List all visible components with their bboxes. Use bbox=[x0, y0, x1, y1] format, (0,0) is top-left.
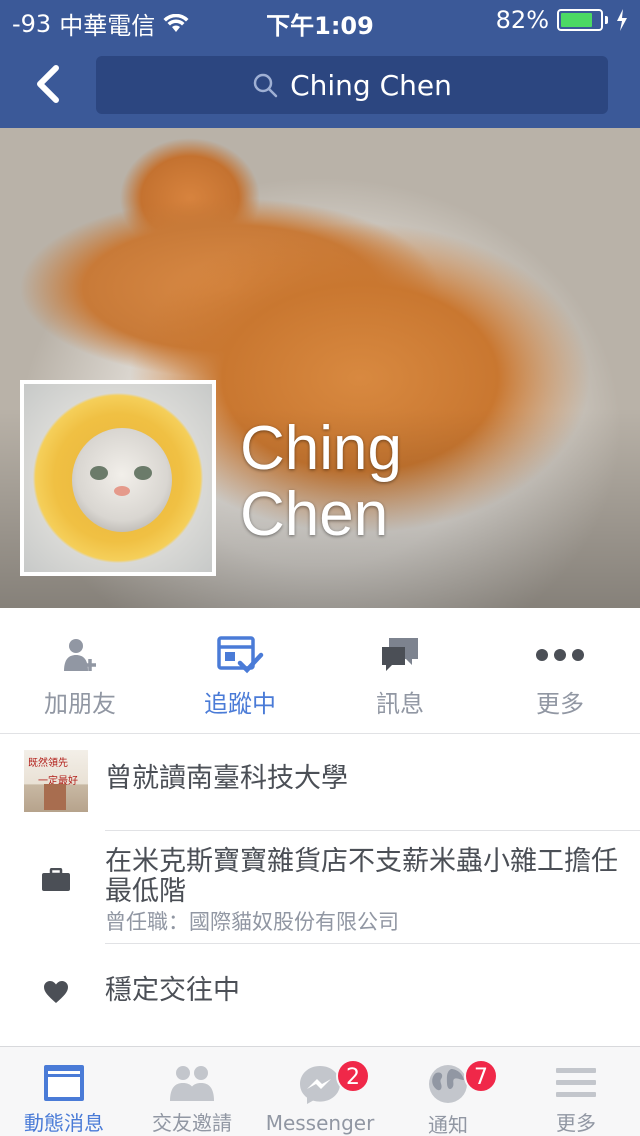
tab-news-feed[interactable]: 動態消息 bbox=[0, 1047, 128, 1136]
more-icon bbox=[536, 649, 584, 661]
add-friend-button[interactable]: 加朋友 bbox=[0, 608, 160, 733]
cover-photo[interactable]: Ching Chen bbox=[0, 128, 640, 608]
nose bbox=[114, 486, 130, 496]
right-eye bbox=[134, 466, 152, 480]
education-text: 曾就讀南臺科技大學 bbox=[105, 763, 348, 794]
tab-notifications[interactable]: 通知 7 bbox=[384, 1047, 512, 1136]
battery-icon bbox=[557, 9, 608, 31]
left-eye bbox=[90, 466, 108, 480]
heart-icon bbox=[44, 981, 68, 1003]
search-text: Ching Chen bbox=[290, 68, 452, 102]
top-bar: -93 中華電信 下午1:09 82% Ching Chen bbox=[0, 0, 640, 128]
tab-friend-requests[interactable]: 交友邀請 bbox=[128, 1047, 256, 1136]
messenger-icon bbox=[300, 1066, 340, 1104]
tab-more[interactable]: 更多 bbox=[512, 1047, 640, 1136]
search-bar[interactable]: Ching Chen bbox=[96, 56, 608, 114]
chevron-left-icon bbox=[37, 65, 59, 103]
messenger-badge: 2 bbox=[336, 1059, 370, 1093]
globe-icon bbox=[429, 1065, 467, 1103]
message-icon bbox=[382, 638, 418, 671]
tab-label: 動態消息 bbox=[24, 1111, 104, 1135]
tab-messenger[interactable]: Messenger 2 bbox=[256, 1047, 384, 1136]
tab-bar: 動態消息 交友邀請 Messenger 2 通知 7 更多 bbox=[0, 1046, 640, 1136]
more-button[interactable]: 更多 bbox=[480, 608, 640, 733]
relationship-text: 穩定交往中 bbox=[105, 975, 240, 1006]
back-button[interactable] bbox=[28, 62, 68, 106]
profile-name-line1: Ching bbox=[240, 414, 402, 483]
charging-bolt-icon bbox=[617, 9, 627, 31]
relationship-row[interactable]: 穩定交往中 bbox=[0, 944, 640, 1040]
add-friend-icon bbox=[64, 639, 96, 671]
friend-requests-icon bbox=[170, 1066, 214, 1101]
education-row[interactable]: 既然領先 一定最好 曾就讀南臺科技大學 bbox=[0, 734, 640, 830]
search-icon bbox=[253, 73, 278, 98]
work-subtitle: 曾任職：國際貓奴股份有限公司 bbox=[105, 910, 399, 934]
tab-label: 交友邀請 bbox=[152, 1111, 232, 1135]
notifications-badge: 7 bbox=[464, 1059, 498, 1093]
battery-percent: 82% bbox=[495, 6, 549, 34]
message-label: 訊息 bbox=[376, 690, 424, 718]
cat-face bbox=[72, 428, 172, 532]
profile-name: Ching Chen bbox=[240, 416, 620, 548]
work-title: 在米克斯寶寶雜貨店不支薪米蟲小雜工擔任最低階 bbox=[105, 846, 618, 907]
tab-label: Messenger bbox=[265, 1111, 375, 1135]
status-bar: -93 中華電信 下午1:09 82% bbox=[0, 0, 640, 40]
tab-label: 通知 bbox=[428, 1113, 468, 1136]
add-friend-label: 加朋友 bbox=[44, 690, 116, 718]
work-row[interactable]: 在米克斯寶寶雜貨店不支薪米蟲小雜工擔任最低階 曾任職：國際貓奴股份有限公司 bbox=[0, 831, 640, 943]
profile-screen: -93 中華電信 下午1:09 82% Ching Chen Ching Che… bbox=[0, 0, 640, 1136]
following-label: 追蹤中 bbox=[204, 690, 276, 718]
briefcase-icon bbox=[42, 868, 70, 891]
school-thumbnail: 既然領先 一定最好 bbox=[24, 750, 88, 812]
more-label: 更多 bbox=[536, 690, 584, 718]
menu-icon bbox=[556, 1068, 596, 1097]
news-feed-icon bbox=[44, 1065, 84, 1101]
following-button[interactable]: 追蹤中 bbox=[160, 608, 320, 733]
profile-name-line2: Chen bbox=[240, 480, 389, 549]
message-button[interactable]: 訊息 bbox=[320, 608, 480, 733]
profile-picture[interactable] bbox=[20, 380, 216, 576]
following-icon bbox=[217, 636, 264, 674]
tab-label: 更多 bbox=[556, 1111, 596, 1135]
profile-actions: 加朋友 追蹤中 訊息 更多 bbox=[0, 608, 640, 734]
